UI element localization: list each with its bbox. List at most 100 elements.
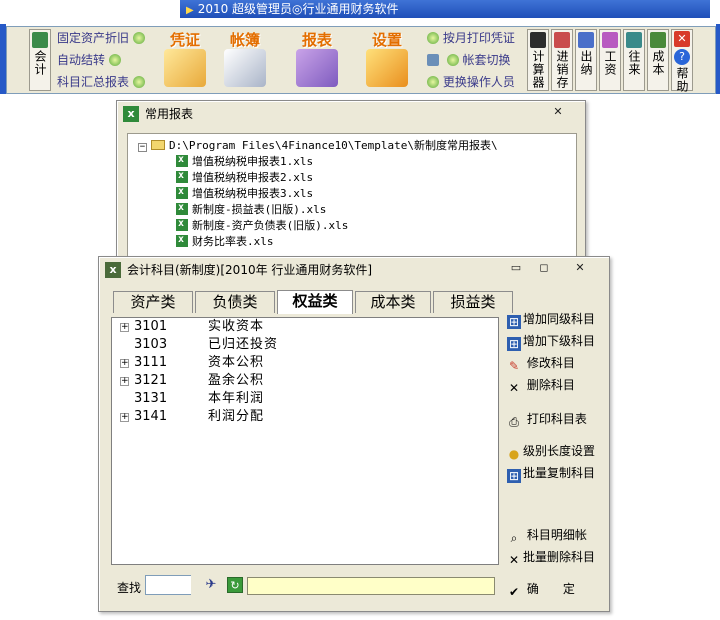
edit-account-button[interactable]: ✎ 修改科目 <box>507 353 575 373</box>
account-list: +3101 实收资本 3103 已归还投资 +3111 资本公积 +3121 盈余公积 … <box>111 317 499 565</box>
account-name: 资本公积 <box>208 355 265 370</box>
expand-icon[interactable]: + <box>120 359 129 368</box>
close-icon[interactable]: ✕ <box>674 31 690 47</box>
add-sibling-label: 增加同级科目 <box>523 312 596 326</box>
account-name: 本年利润 <box>208 391 265 406</box>
expand-icon[interactable]: + <box>120 377 129 386</box>
level-length-button[interactable]: ● 级别长度设置 <box>507 441 595 461</box>
help-label: 帮助 <box>675 67 689 93</box>
subject-summary-link[interactable]: 科目汇总报表 <box>57 74 145 90</box>
help-button[interactable]: ✕ ? 帮助 <box>671 29 693 93</box>
file-label: 新制度-资产负债表(旧版).xls <box>192 219 349 232</box>
tab-assets[interactable]: 资产类 <box>113 291 193 313</box>
excel-file-icon <box>176 152 188 168</box>
salary-button[interactable]: 工资 <box>599 29 621 91</box>
edit-account-label: 修改科目 <box>526 356 575 370</box>
cashier-button[interactable]: 出纳 <box>575 29 597 91</box>
close-icon[interactable]: ✕ <box>571 261 589 277</box>
account-code: 3101 <box>134 319 168 334</box>
printer-icon: ⎙ <box>509 415 519 429</box>
folder-icon <box>151 140 165 150</box>
change-operator-label: 更换操作人员 <box>442 75 515 89</box>
expand-icon[interactable]: + <box>120 413 129 422</box>
inventory-button[interactable]: 进销存 <box>551 29 573 91</box>
voucher-button[interactable]: 凭证 <box>157 29 213 91</box>
delete-account-button[interactable]: ✕ 删除科目 <box>507 375 575 395</box>
cost-label: 成本 <box>651 50 665 76</box>
find-input[interactable] <box>145 575 191 595</box>
tree-file[interactable]: 财务比率表.xls <box>176 232 274 250</box>
batch-delete-button[interactable]: ✕ 批量删除科目 <box>507 547 595 567</box>
people-icon <box>602 32 618 48</box>
depreciation-link[interactable]: 固定资产折旧 <box>57 30 145 46</box>
people-icon <box>650 32 666 48</box>
account-code: 3141 <box>134 409 168 424</box>
tab-liabilities[interactable]: 负债类 <box>195 291 275 313</box>
tree-root[interactable]: − D:\Program Files\4Finance10\Template\新制… <box>138 138 498 154</box>
add-child-button[interactable]: ⊞ 增加下级科目 <box>507 331 595 351</box>
change-operator-link[interactable]: 更换操作人员 <box>427 74 515 90</box>
tools-icon <box>366 49 408 87</box>
excel-file-icon <box>176 168 188 184</box>
monthly-print-label: 按月打印凭证 <box>442 31 515 45</box>
file-label: 财务比率表.xls <box>192 235 274 248</box>
receivables-button[interactable]: 往来 <box>623 29 645 91</box>
collapse-icon[interactable]: − <box>138 143 147 152</box>
report-window: x 常用报表 ✕ − D:\Program Files\4Finance10\Te… <box>116 100 586 261</box>
pencil-icon: ✎ <box>508 359 520 373</box>
tab-cost[interactable]: 成本类 <box>355 291 431 313</box>
search-icon: ⌕ <box>510 531 518 545</box>
expand-icon[interactable]: + <box>120 323 129 332</box>
calculator-button[interactable]: 计算器 <box>527 29 549 91</box>
file-label: 新制度-损益表(旧版).xls <box>192 203 327 216</box>
report-button[interactable]: 报表 <box>289 29 345 91</box>
add-sibling-button[interactable]: ⊞ 增加同级科目 <box>507 309 595 329</box>
ledger-button[interactable]: 帐簿 <box>217 29 273 91</box>
auto-transfer-label: 自动结转 <box>57 53 106 67</box>
account-name: 实收资本 <box>208 319 265 334</box>
close-icon[interactable]: ✕ <box>549 105 567 121</box>
account-switch-link[interactable]: 帐套切换 <box>427 52 510 68</box>
search-icon[interactable]: ✈ <box>203 577 219 593</box>
file-label: 增值税纳税申报表3.xls <box>192 187 314 200</box>
status-field <box>247 577 495 595</box>
maximize-icon[interactable]: ◻ <box>535 261 553 277</box>
kuaiji-label: 会计 <box>33 50 47 76</box>
tab-equity[interactable]: 权益类 <box>277 290 353 314</box>
gear-icon <box>132 32 145 44</box>
account-code: 3111 <box>134 355 168 370</box>
settings-label: 设置 <box>371 31 402 49</box>
calculator-label: 计算器 <box>531 50 545 89</box>
tree-file[interactable]: 增值税纳税申报表1.xls <box>176 152 313 170</box>
org-chart-icon: ⊞ <box>507 315 521 329</box>
ok-button[interactable]: ✔ 确 定 <box>507 579 575 599</box>
lightbulb-icon: ● <box>508 447 520 461</box>
tree-file[interactable]: 增值税纳税申报表3.xls <box>176 184 314 202</box>
tree-root-label: D:\Program Files\4Finance10\Template\新制度… <box>169 139 498 152</box>
receivables-label: 往来 <box>627 50 641 76</box>
ledger-icon <box>224 49 266 87</box>
kuaiji-button[interactable]: 会计 <box>29 29 51 91</box>
accounts-window: x 会计科目(新制度)[2010年 行业通用财务软件] ▭ ◻ ✕ 资产类 负债… <box>98 256 610 612</box>
account-code: 3131 <box>134 391 168 406</box>
account-detail-button[interactable]: ⌕ 科目明细帐 <box>507 525 587 545</box>
tab-profit-loss[interactable]: 损益类 <box>433 291 513 313</box>
print-accounts-button[interactable]: ⎙ 打印科目表 <box>507 409 587 429</box>
batch-copy-button[interactable]: ⊞ 批量复制科目 <box>507 463 595 483</box>
monthly-print-link[interactable]: 按月打印凭证 <box>427 30 515 46</box>
app-icon: x <box>105 262 121 278</box>
tree-file[interactable]: 增值税纳税申报表2.xls <box>176 168 313 186</box>
minimize-icon[interactable]: ▭ <box>507 261 525 277</box>
excel-icon: x <box>123 106 139 122</box>
tree-file[interactable]: 新制度-损益表(旧版).xls <box>176 200 327 218</box>
cost-button[interactable]: 成本 <box>647 29 669 91</box>
cashier-label: 出纳 <box>579 50 593 76</box>
account-name: 利润分配 <box>208 409 265 424</box>
tree-file[interactable]: 新制度-资产负债表(旧版).xls <box>176 216 349 234</box>
play-icon: ▶ <box>186 5 194 16</box>
add-child-label: 增加下级科目 <box>523 334 596 348</box>
auto-transfer-link[interactable]: 自动结转 <box>57 52 121 68</box>
level-length-label: 级别长度设置 <box>523 444 596 458</box>
refresh-icon[interactable]: ↻ <box>227 577 243 593</box>
settings-button[interactable]: 设置 <box>359 29 415 91</box>
